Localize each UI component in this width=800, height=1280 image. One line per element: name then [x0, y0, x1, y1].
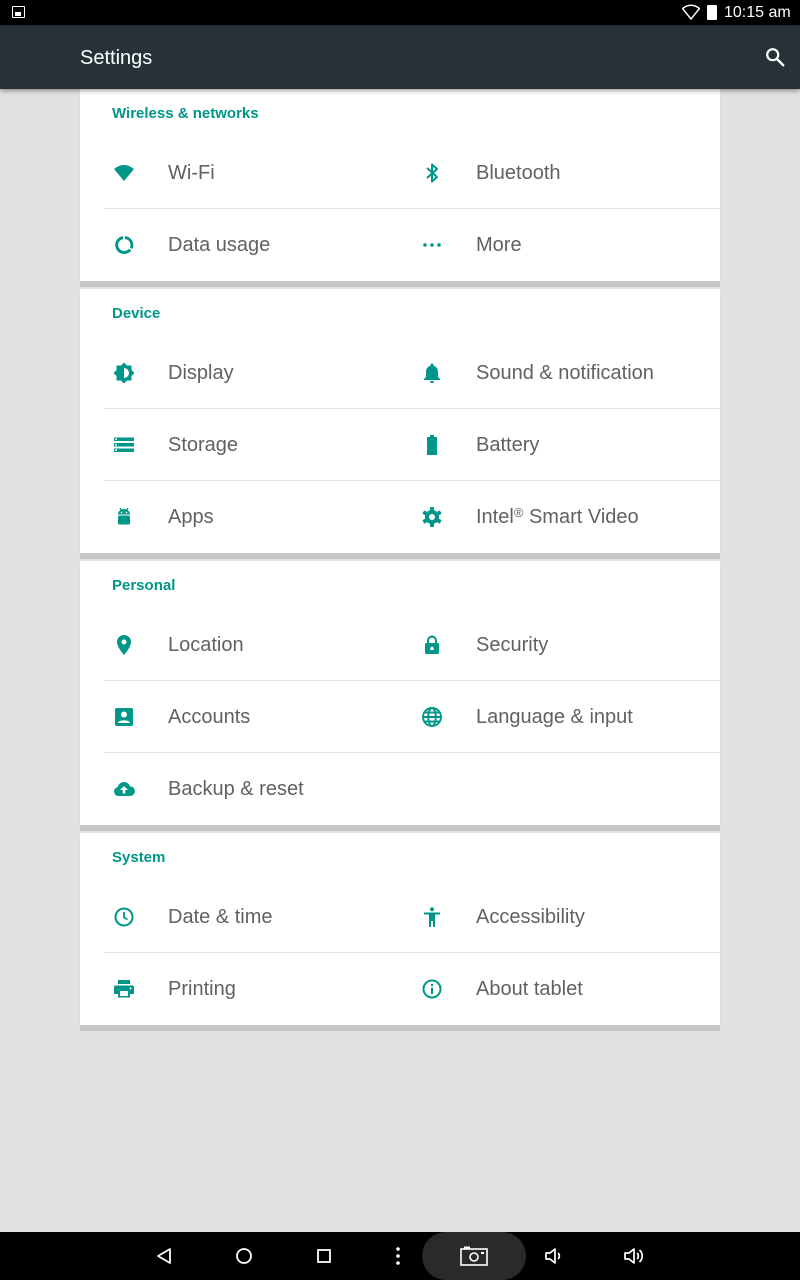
settings-item-printing[interactable]: Printing: [104, 953, 412, 1025]
volume-down-icon[interactable]: [542, 1244, 566, 1268]
settings-item-storage[interactable]: Storage: [104, 409, 412, 481]
section-title: Device: [112, 305, 161, 322]
section-title: Wireless & networks: [112, 105, 259, 122]
settings-item-label: Printing: [168, 978, 236, 1000]
settings-item-date-time[interactable]: Date & time: [104, 881, 412, 953]
section-system: System Date & time Accessibility Printin…: [80, 833, 720, 1031]
wifi-icon: [112, 161, 136, 185]
search-icon[interactable]: [764, 46, 786, 68]
volume-up-icon[interactable]: [622, 1244, 646, 1268]
section-device: Device Display Sound & notification Stor…: [80, 289, 720, 559]
settings-item-label: Date & time: [168, 906, 273, 928]
settings-item-wifi[interactable]: Wi-Fi: [104, 137, 412, 209]
navigation-bar: [0, 1232, 800, 1280]
image-notification-icon: [12, 6, 25, 18]
settings-item-about-tablet[interactable]: About tablet: [412, 953, 720, 1025]
home-icon[interactable]: [232, 1244, 256, 1268]
clock-icon: [112, 905, 136, 929]
section-title: Personal: [112, 577, 176, 594]
settings-item-backup-reset[interactable]: Backup & reset: [104, 753, 412, 825]
settings-item-location[interactable]: Location: [104, 609, 412, 681]
app-bar: Settings: [0, 25, 800, 89]
status-time: 10:15 am: [724, 4, 791, 21]
settings-item-battery[interactable]: Battery: [412, 409, 720, 481]
lock-icon: [420, 633, 444, 657]
page-title: Settings: [80, 47, 153, 69]
settings-item-label: About tablet: [476, 978, 583, 1000]
printer-icon: [112, 977, 136, 1001]
section-wireless-networks: Wireless & networks Wi-Fi Bluetooth Data…: [80, 89, 720, 287]
settings-item-data-usage[interactable]: Data usage: [104, 209, 412, 281]
settings-item-label: Wi-Fi: [168, 162, 215, 184]
settings-item-label: Language & input: [476, 706, 633, 728]
settings-item-label: Storage: [168, 434, 239, 456]
section-title: System: [112, 849, 166, 866]
settings-item-display[interactable]: Display: [104, 337, 412, 409]
recents-icon[interactable]: [312, 1244, 336, 1268]
settings-item-security[interactable]: Security: [412, 609, 720, 681]
section-personal: Personal Location Security Accounts Lang…: [80, 561, 720, 831]
gear-icon: [420, 505, 444, 529]
battery-status-icon: [707, 5, 717, 20]
settings-item-accounts[interactable]: Accounts: [104, 681, 412, 753]
settings-item-sound-notification[interactable]: Sound & notification: [412, 337, 720, 409]
settings-item-label: Bluetooth: [476, 162, 561, 184]
info-icon: [420, 977, 444, 1001]
status-bar: 10:15 am: [0, 0, 800, 25]
account-icon: [112, 705, 136, 729]
settings-item-label: Data usage: [168, 234, 271, 256]
data-usage-icon: [112, 233, 136, 257]
cloud-upload-icon: [112, 777, 136, 801]
display-icon: [112, 361, 136, 385]
location-pin-icon: [112, 633, 136, 657]
settings-item-more[interactable]: More: [412, 209, 720, 281]
settings-item-intel-smart-video[interactable]: Intel® Smart Video: [412, 481, 720, 553]
settings-item-label: Display: [168, 362, 234, 384]
settings-item-label: Accessibility: [476, 906, 585, 928]
globe-icon: [420, 705, 444, 729]
settings-item-label: Backup & reset: [168, 778, 304, 800]
more-icon: [420, 233, 444, 257]
battery-icon: [420, 433, 444, 457]
screenshot-icon: [460, 1246, 488, 1266]
accessibility-icon: [420, 905, 444, 929]
back-icon[interactable]: [152, 1244, 176, 1268]
android-icon: [112, 505, 136, 529]
settings-item-label: Accounts: [168, 706, 251, 728]
bluetooth-icon: [420, 161, 444, 185]
settings-item-accessibility[interactable]: Accessibility: [412, 881, 720, 953]
settings-item-label: Security: [476, 634, 549, 656]
settings-item-label: Sound & notification: [476, 362, 654, 384]
settings-item-label: Apps: [168, 506, 214, 528]
settings-item-label: Battery: [476, 434, 540, 456]
screenshot-button[interactable]: [422, 1232, 526, 1280]
wifi-signal-icon: [681, 4, 701, 25]
bell-icon: [420, 361, 444, 385]
settings-item-bluetooth[interactable]: Bluetooth: [412, 137, 720, 209]
settings-item-apps[interactable]: Apps: [104, 481, 412, 553]
settings-item-label: Location: [168, 634, 244, 656]
storage-icon: [112, 433, 136, 457]
settings-item-label: More: [476, 234, 522, 256]
settings-item-language-input[interactable]: Language & input: [412, 681, 720, 753]
menu-dots-icon[interactable]: [386, 1244, 410, 1268]
settings-item-label: Intel® Smart Video: [476, 505, 639, 528]
